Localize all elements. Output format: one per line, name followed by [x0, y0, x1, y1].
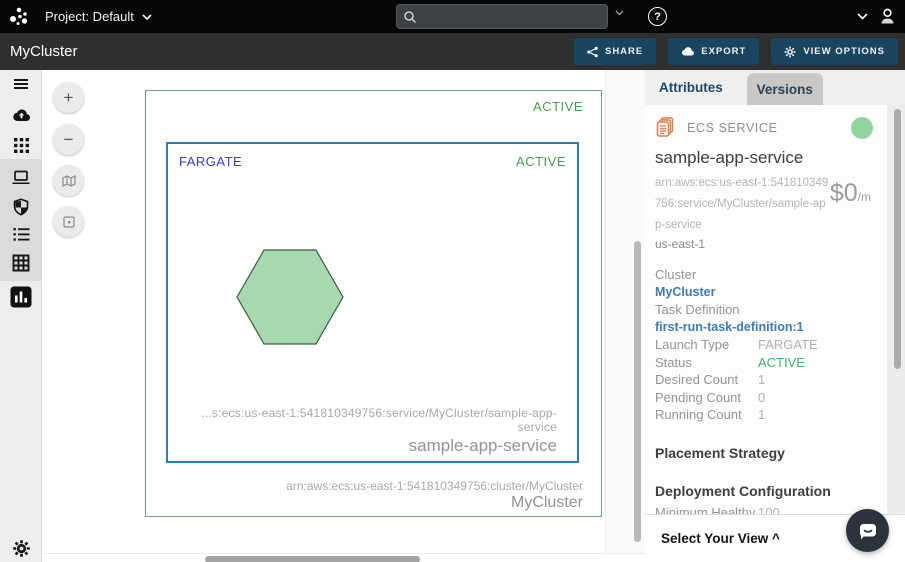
- attribute-row: Desired Count1: [655, 371, 887, 389]
- field-link[interactable]: MyCluster: [655, 284, 887, 302]
- attributes-panel: Attributes Versions ECS SERVICE sample-a…: [645, 70, 905, 562]
- service-type-label: ECS SERVICE: [687, 121, 777, 135]
- tab-versions[interactable]: Versions: [747, 73, 823, 105]
- view-options-button[interactable]: VIEW OPTIONS: [771, 38, 898, 65]
- help-icon[interactable]: ?: [648, 7, 667, 26]
- field-label: Desired Count: [655, 371, 758, 389]
- page-edge: [42, 553, 645, 554]
- settings-gear-icon[interactable]: [0, 534, 42, 562]
- ecs-service-icon: [655, 117, 677, 139]
- cost-unit: /m: [858, 190, 871, 204]
- attribute-row: ClusterMyCluster: [655, 266, 887, 301]
- cloud-export-icon: [681, 46, 694, 57]
- ecs-task-hexagon[interactable]: [235, 243, 345, 351]
- share-label: SHARE: [605, 46, 643, 57]
- list-icon[interactable]: [0, 220, 42, 248]
- field-label: Task Definition: [655, 301, 887, 319]
- chat-bubble-icon[interactable]: [846, 509, 889, 552]
- field-value: 1: [758, 371, 765, 389]
- components-grid-icon[interactable]: [0, 131, 42, 159]
- service-status-dot: [851, 117, 873, 139]
- table-icon[interactable]: [0, 249, 42, 277]
- field-label: Cluster: [655, 266, 887, 284]
- menu-icon[interactable]: [0, 70, 42, 98]
- field-value: ACTIVE: [758, 354, 805, 372]
- page-title: MyCluster: [10, 43, 78, 60]
- field-link[interactable]: first-run-task-definition:1: [655, 319, 887, 337]
- search-icon: [403, 10, 417, 24]
- deployment-rows: Minimum Healthy Percent100Maximum Percen…: [655, 504, 887, 515]
- perspective-toggle-button[interactable]: [53, 165, 84, 196]
- panel-service-name: sample-app-service: [655, 148, 887, 168]
- attribute-row: Minimum Healthy Percent100: [655, 504, 887, 515]
- field-label: Running Count: [655, 406, 758, 424]
- service-arn-label: ...s:ecs:us-east-1:541810349756:service/…: [168, 406, 557, 434]
- account-chevron-down-icon[interactable]: [857, 13, 868, 20]
- ecs-service-node[interactable]: FARGATE ACTIVE ...s:ecs:us-east-1:541810…: [166, 142, 579, 463]
- service-status-badge: ACTIVE: [516, 154, 566, 169]
- field-label: Pending Count: [655, 389, 758, 407]
- canvas-horizontal-scrollbar[interactable]: [205, 556, 420, 562]
- cluster-name-label: MyCluster: [286, 494, 583, 512]
- diagram-canvas[interactable]: + − ACTIVE FARGATE ACTIVE: [42, 70, 645, 562]
- tab-attributes[interactable]: Attributes: [645, 70, 737, 105]
- service-launch-type-label: FARGATE: [179, 154, 242, 169]
- panel-scroll-track[interactable]: [887, 105, 905, 514]
- panel-service-arn: arn:aws:ecs:us-east-1:541810349756:servi…: [655, 173, 830, 236]
- placement-strategy-heading: Placement Strategy: [655, 445, 887, 461]
- project-switcher[interactable]: Project: Default: [45, 0, 152, 33]
- project-label: Project: Default: [45, 9, 134, 24]
- zoom-in-button[interactable]: +: [53, 82, 84, 113]
- region-label: us-east-1: [655, 237, 887, 251]
- app-logo-icon[interactable]: [8, 4, 34, 30]
- field-value: 100: [758, 504, 780, 515]
- cost-estimate: $0/m: [830, 179, 871, 236]
- field-label: Status: [655, 354, 758, 372]
- field-value: 1: [758, 406, 765, 424]
- field-value: 0: [758, 389, 765, 407]
- export-button[interactable]: EXPORT: [668, 38, 759, 65]
- cluster-arn-label: arn:aws:ecs:us-east-1:541810349756:clust…: [286, 479, 583, 493]
- field-label: Launch Type: [655, 336, 758, 354]
- attribute-row: StatusACTIVE: [655, 354, 887, 372]
- attribute-row: Running Count1: [655, 406, 887, 424]
- security-icon[interactable]: [0, 193, 42, 221]
- field-label: Minimum Healthy Percent: [655, 504, 758, 515]
- share-button[interactable]: SHARE: [574, 38, 656, 65]
- zoom-out-button[interactable]: −: [53, 124, 84, 155]
- center-view-button[interactable]: [53, 206, 84, 237]
- panel-tabs: Attributes Versions: [645, 70, 905, 105]
- select-view-toggle[interactable]: Select Your View ^: [661, 531, 780, 546]
- cost-value: $0: [830, 179, 858, 207]
- ecs-cluster-node[interactable]: ACTIVE FARGATE ACTIVE ...s:ecs:us-east-1…: [145, 90, 602, 517]
- left-sidebar: [0, 70, 42, 562]
- user-icon[interactable]: [878, 7, 897, 26]
- search-input[interactable]: [417, 10, 601, 24]
- search-dropdown-chevron-icon[interactable]: [615, 10, 624, 16]
- canvas-vertical-scrollbar[interactable]: [634, 241, 641, 542]
- budget-chart-icon[interactable]: [0, 283, 42, 311]
- page-edge: [605, 70, 606, 553]
- attribute-row: Task Definitionfirst-run-task-definition…: [655, 301, 887, 336]
- attribute-row: Pending Count0: [655, 389, 887, 407]
- cluster-status-badge: ACTIVE: [533, 99, 583, 114]
- deploy-cloud-icon[interactable]: [0, 101, 42, 129]
- diagram-toolbar: MyCluster SHARE EXPORT: [0, 33, 905, 70]
- deployment-configuration-heading: Deployment Configuration: [655, 483, 887, 499]
- field-value: FARGATE: [758, 336, 818, 354]
- attribute-row: Launch TypeFARGATE: [655, 336, 887, 354]
- view-options-label: VIEW OPTIONS: [803, 46, 885, 57]
- chevron-down-icon: [142, 14, 152, 20]
- app-root: Project: Default ? MyCl: [0, 0, 905, 562]
- search-box[interactable]: [396, 4, 608, 29]
- share-icon: [587, 46, 598, 58]
- panel-content: ECS SERVICE sample-app-service arn:aws:e…: [645, 105, 887, 514]
- service-name-label: sample-app-service: [168, 436, 557, 456]
- top-bar: Project: Default ?: [0, 0, 905, 33]
- export-label: EXPORT: [701, 46, 746, 57]
- gear-icon: [784, 46, 796, 58]
- compute-icon[interactable]: [0, 163, 42, 191]
- attribute-rows: ClusterMyClusterTask Definitionfirst-run…: [655, 266, 887, 424]
- panel-scroll-thumb[interactable]: [894, 109, 901, 369]
